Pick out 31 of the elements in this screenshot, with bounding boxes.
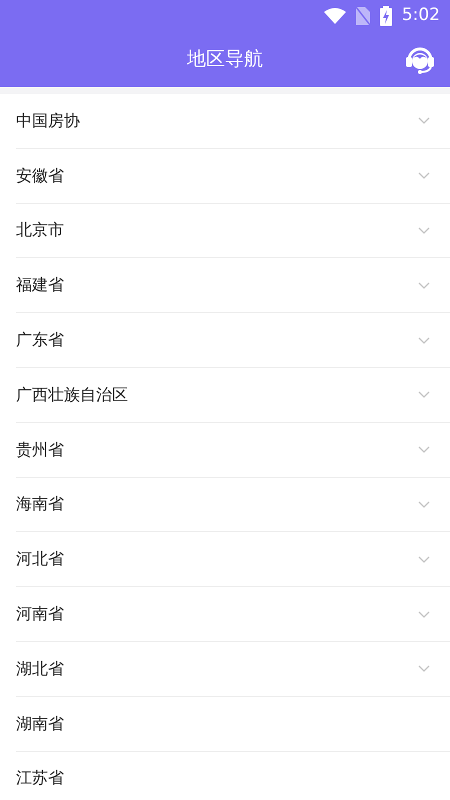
region-row[interactable]: 海南省 (16, 478, 450, 532)
region-row[interactable]: 广东省 (16, 313, 450, 368)
region-label: 贵州省 (16, 438, 64, 461)
wifi-icon (324, 8, 346, 24)
no-sim-icon (356, 7, 370, 25)
region-label: 广东省 (16, 329, 64, 352)
header-title: 地区导航 (187, 47, 263, 72)
region-row[interactable]: 中国房协 (16, 94, 450, 149)
region-row[interactable]: 河北省 (16, 532, 450, 588)
battery-charging-icon (380, 6, 392, 26)
region-label: 安徽省 (16, 164, 64, 187)
region-label: 湖北省 (16, 658, 64, 680)
status-time: 5:02 (402, 4, 440, 28)
region-label: 中国房协 (16, 110, 80, 132)
region-row[interactable]: 湖南省 (16, 696, 450, 752)
region-row[interactable]: 河南省 (16, 587, 450, 642)
region-row[interactable]: 江苏省 (16, 752, 450, 800)
region-row[interactable]: 福建省 (16, 258, 450, 314)
region-label: 海南省 (16, 493, 64, 516)
region-label: 湖南省 (16, 712, 64, 735)
region-row[interactable]: 北京市 (16, 204, 450, 258)
region-row[interactable]: 湖北省 (16, 642, 450, 697)
region-row[interactable]: 安徽省 (16, 148, 450, 204)
region-label: 河北省 (16, 548, 64, 570)
region-label: 福建省 (16, 274, 64, 296)
region-label: 江苏省 (16, 767, 64, 790)
region-row[interactable]: 广西壮族自治区 (16, 368, 450, 423)
region-label: 北京市 (16, 219, 64, 242)
region-label: 广西壮族自治区 (16, 384, 128, 406)
region-row[interactable]: 贵州省 (16, 422, 450, 478)
region-label: 河南省 (16, 603, 64, 626)
